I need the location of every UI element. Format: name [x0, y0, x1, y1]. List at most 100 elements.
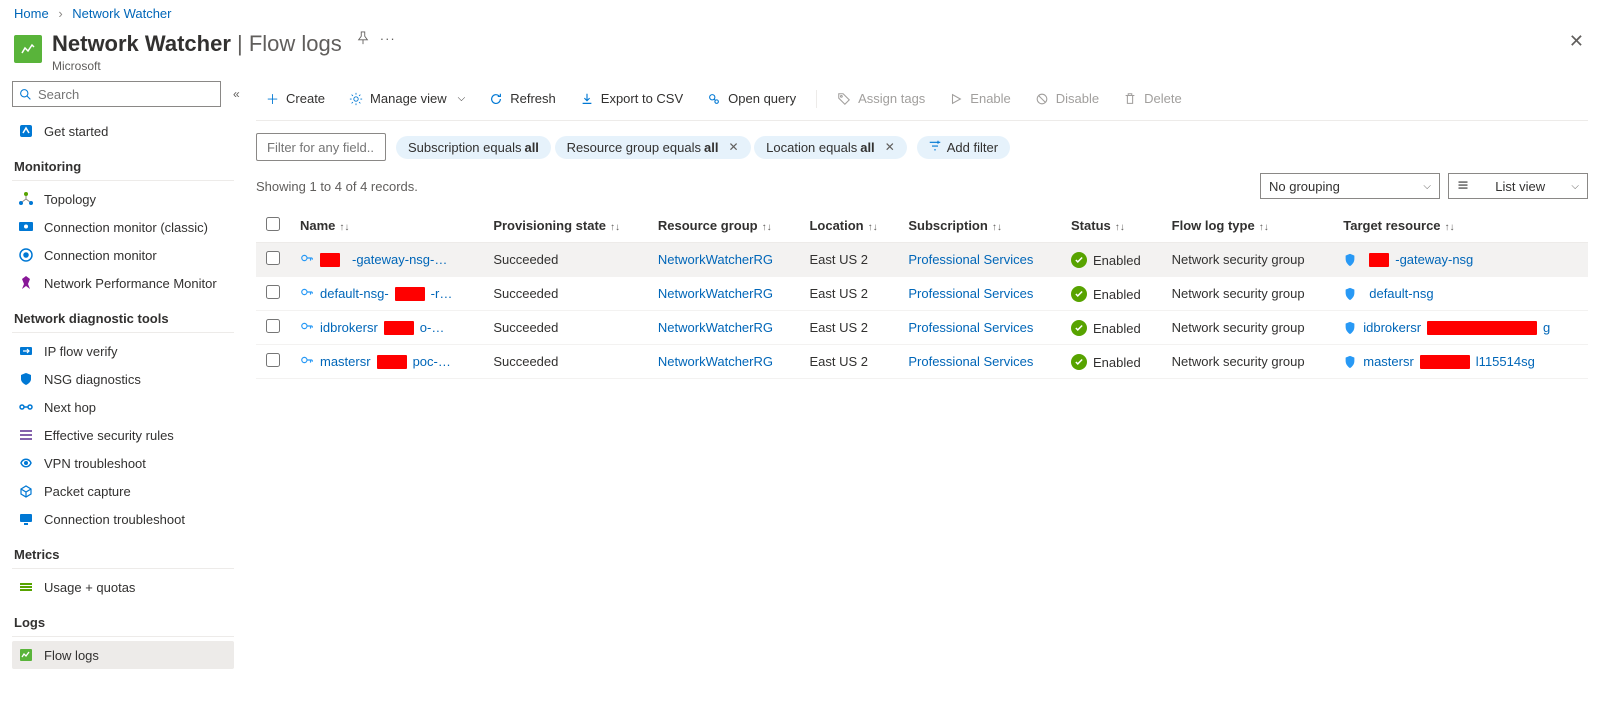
cell-target[interactable]: default-nsg [1333, 277, 1588, 311]
filter-pill-close-icon[interactable]: ✕ [728, 140, 738, 154]
manage-view-button[interactable]: Manage view⌵ [339, 87, 475, 110]
cell-name[interactable]: idbrokersro-… [290, 311, 483, 345]
cell-name[interactable]: mastersrpoc-… [290, 345, 483, 379]
sidebar-search[interactable] [12, 81, 221, 107]
col-loc[interactable]: Location↑↓ [799, 209, 898, 243]
table-row[interactable]: default-nsg--r… Succeeded NetworkWatcher… [256, 277, 1588, 311]
cell-loc: East US 2 [799, 277, 898, 311]
sidebar-item-topology[interactable]: Topology [12, 185, 234, 213]
sidebar-item-conn-mon-classic[interactable]: Connection monitor (classic) [12, 213, 234, 241]
filter-pill[interactable]: Subscription equals all [396, 136, 551, 159]
cell-type: Network security group [1162, 243, 1334, 277]
topology-icon [18, 191, 34, 207]
export-csv-button[interactable]: Export to CSV [570, 87, 693, 110]
cell-sub[interactable]: Professional Services [898, 243, 1061, 277]
sidebar-item-label: Get started [44, 124, 108, 139]
cell-sub[interactable]: Professional Services [898, 277, 1061, 311]
trash-icon [1123, 92, 1137, 106]
create-button[interactable]: ＋Create [256, 85, 335, 112]
content-area: ＋Create Manage view⌵ Refresh Export to C… [244, 81, 1600, 689]
row-checkbox[interactable] [266, 353, 280, 367]
cell-rg[interactable]: NetworkWatcherRG [648, 243, 800, 277]
col-target[interactable]: Target resource↑↓ [1333, 209, 1588, 243]
cell-status: Enabled [1061, 277, 1162, 311]
row-checkbox[interactable] [266, 319, 280, 333]
col-status[interactable]: Status↑↓ [1061, 209, 1162, 243]
sidebar-item-conn-mon[interactable]: Connection monitor [12, 241, 234, 269]
sidebar-item-nsg-diag[interactable]: NSG diagnostics [12, 365, 234, 393]
col-name[interactable]: Name↑↓ [290, 209, 483, 243]
cell-target[interactable]: idbrokersrg [1333, 311, 1588, 345]
table-row[interactable]: mastersrpoc-… Succeeded NetworkWatcherRG… [256, 345, 1588, 379]
sort-icon: ↑↓ [1445, 222, 1455, 233]
flow-log-key-icon [300, 353, 314, 370]
shield-icon [1343, 253, 1357, 267]
row-checkbox[interactable] [266, 251, 280, 265]
cell-name[interactable]: default-nsg--r… [290, 277, 483, 311]
sidebar-item-npm[interactable]: Network Performance Monitor [12, 269, 234, 297]
flow-log-key-icon [300, 251, 314, 268]
conn-mon-classic-icon [18, 219, 34, 235]
refresh-button[interactable]: Refresh [479, 87, 566, 110]
row-checkbox[interactable] [266, 285, 280, 299]
flow-log-key-icon [300, 285, 314, 302]
filter-pill[interactable]: Location equals all✕ [754, 136, 907, 159]
col-rg[interactable]: Resource group↑↓ [648, 209, 800, 243]
cancel-icon [1035, 92, 1049, 106]
cell-name[interactable]: -gateway-nsg-… [290, 243, 483, 277]
page-title: Network Watcher | Flow logs [52, 31, 342, 56]
sidebar-item-vpn-ts[interactable]: VPN troubleshoot [12, 449, 234, 477]
section-head: Logs [12, 601, 234, 637]
col-sub[interactable]: Subscription↑↓ [898, 209, 1061, 243]
sidebar-item-pkt-cap[interactable]: Packet capture [12, 477, 234, 505]
select-all-column[interactable] [256, 209, 290, 243]
col-type[interactable]: Flow log type↑↓ [1162, 209, 1334, 243]
more-icon[interactable]: ··· [380, 31, 396, 46]
filter-pill-close-icon[interactable]: ✕ [885, 140, 895, 154]
cell-rg[interactable]: NetworkWatcherRG [648, 345, 800, 379]
breadcrumb-home[interactable]: Home [14, 6, 49, 21]
breadcrumb-parent[interactable]: Network Watcher [72, 6, 171, 21]
table-row[interactable]: idbrokersro-… Succeeded NetworkWatcherRG… [256, 311, 1588, 345]
sidebar-item-ip-flow[interactable]: IP flow verify [12, 337, 234, 365]
filter-text-input[interactable] [256, 133, 386, 161]
open-query-button[interactable]: Open query [697, 87, 806, 110]
view-dropdown[interactable]: List view⌵ [1448, 173, 1588, 199]
sidebar-item-get-started[interactable]: Get started [12, 117, 234, 145]
sidebar-item-label: IP flow verify [44, 344, 117, 359]
cell-sub[interactable]: Professional Services [898, 311, 1061, 345]
page-header: Network Watcher | Flow logs Microsoft ··… [0, 27, 1600, 81]
collapse-sidebar-icon[interactable]: « [233, 87, 240, 101]
sidebar-item-eff-sec[interactable]: Effective security rules [12, 421, 234, 449]
pin-icon[interactable] [356, 31, 370, 48]
sort-icon: ↑↓ [992, 222, 1002, 233]
grouping-dropdown[interactable]: No grouping⌵ [1260, 173, 1440, 199]
cell-target[interactable]: mastersrl115514sg [1333, 345, 1588, 379]
cell-target[interactable]: -gateway-nsg [1333, 243, 1588, 277]
select-all-checkbox[interactable] [266, 217, 280, 231]
add-filter-button[interactable]: Add filter [917, 136, 1010, 159]
usage-icon [18, 579, 34, 595]
sidebar-item-conn-ts[interactable]: Connection troubleshoot [12, 505, 234, 533]
cell-rg[interactable]: NetworkWatcherRG [648, 311, 800, 345]
refresh-icon [489, 92, 503, 106]
search-icon [19, 88, 32, 101]
table-row[interactable]: -gateway-nsg-… Succeeded NetworkWatcherR… [256, 243, 1588, 277]
query-icon [707, 92, 721, 106]
sidebar-item-next-hop[interactable]: Next hop [12, 393, 234, 421]
sidebar-item-label: Packet capture [44, 484, 131, 499]
close-icon[interactable]: ✕ [1569, 31, 1584, 52]
col-prov[interactable]: Provisioning state↑↓ [483, 209, 648, 243]
sidebar-item-label: Connection monitor (classic) [44, 220, 208, 235]
sidebar-search-input[interactable] [38, 87, 214, 102]
record-count: Showing 1 to 4 of 4 records. [256, 179, 418, 194]
sidebar-item-flow-logs[interactable]: Flow logs [12, 641, 234, 669]
cell-sub[interactable]: Professional Services [898, 345, 1061, 379]
conn-ts-icon [18, 511, 34, 527]
cell-rg[interactable]: NetworkWatcherRG [648, 277, 800, 311]
tag-icon [837, 92, 851, 106]
nsg-diag-icon [18, 371, 34, 387]
filter-pill[interactable]: Resource group equals all✕ [555, 136, 751, 159]
sidebar-item-usage[interactable]: Usage + quotas [12, 573, 234, 601]
toolbar-divider [816, 90, 817, 108]
